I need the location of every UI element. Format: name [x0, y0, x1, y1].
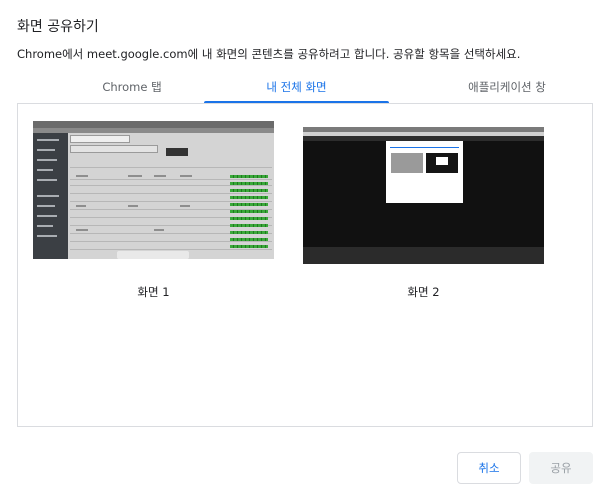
preview-dock: [117, 251, 189, 259]
screen-selection-panel: 화면 1 화면 2: [17, 103, 593, 427]
tab-chrome-tab[interactable]: Chrome 탭: [77, 77, 187, 103]
dialog-description: Chrome에서 meet.google.com에 내 화면의 콘텐츠를 공유하…: [17, 47, 521, 61]
screen-1-label: 화면 1: [137, 285, 170, 299]
tab-application-window[interactable]: 애플리케이션 창: [432, 77, 582, 103]
preview-menubar: [33, 121, 274, 128]
preview-bottom-bar: [303, 247, 544, 264]
screen-1-thumbnail[interactable]: [33, 121, 274, 259]
cancel-button[interactable]: 취소: [457, 452, 521, 484]
screen-2-preview: [303, 127, 544, 264]
screen-2-thumbnail[interactable]: [303, 127, 544, 264]
share-button[interactable]: 공유: [529, 452, 593, 484]
preview-dialog: [386, 141, 463, 203]
preview-main-content: [68, 133, 274, 259]
preview-sidebar: [33, 133, 68, 259]
tab-entire-screen[interactable]: 내 전체 화면: [204, 77, 389, 103]
dialog-title: 화면 공유하기: [17, 19, 99, 35]
source-tabs: Chrome 탭 내 전체 화면 애플리케이션 창: [17, 77, 593, 104]
screen-1-preview: [33, 121, 274, 259]
screen-2-label: 화면 2: [407, 285, 440, 299]
